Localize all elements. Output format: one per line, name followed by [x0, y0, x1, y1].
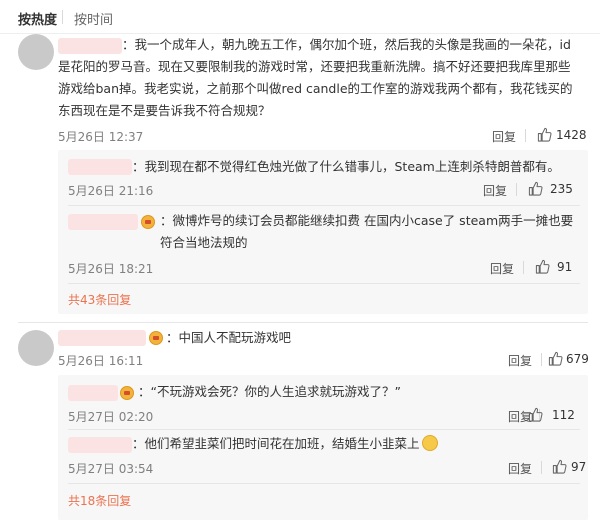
comment-time: 5月26日 12:37: [58, 130, 144, 144]
reply-text: ：我到现在都不觉得红色烛光做了什么错事儿，Steam上连刺杀特朗普都有。: [132, 159, 560, 174]
vip-badge-icon: [141, 215, 155, 229]
action-divider: [541, 461, 542, 474]
reply-time: 5月26日 21:16: [68, 184, 154, 198]
reply-button[interactable]: 回复: [508, 460, 532, 477]
reply-text: ：“不玩游戏会死？你的人生追求就玩游戏了？”: [138, 384, 401, 399]
avatar[interactable]: [18, 34, 54, 70]
vip-badge-icon: [149, 331, 163, 345]
comment-text: ：我一个成年人，朝九晚五工作，偶尔加个班，然后我的头像是我画的一朵花，id是花阳…: [58, 37, 573, 118]
action-divider: [516, 183, 517, 196]
username[interactable]: [58, 330, 146, 346]
comment-time: 5月26日 16:11: [58, 354, 144, 368]
thumbs-up-icon[interactable]: [528, 181, 543, 196]
action-divider: [523, 261, 524, 274]
reply-button[interactable]: 回复: [490, 260, 514, 277]
like-count: 112: [552, 408, 575, 422]
username[interactable]: [68, 159, 132, 175]
replies-box: ：“不玩游戏会死？你的人生追求就玩游戏了？” 5月27日 02:20 回复 11…: [58, 375, 588, 520]
reply-button[interactable]: 回复: [508, 352, 532, 369]
like-count: 97: [571, 460, 587, 474]
action-divider: [541, 353, 542, 366]
reply-divider: [68, 483, 580, 484]
like-count: 235: [550, 182, 573, 196]
reply-divider: [68, 429, 580, 430]
grinning-emoji-icon: [421, 435, 438, 451]
username[interactable]: [68, 214, 138, 230]
comment-text: ：中国人不配玩游戏吧: [166, 330, 292, 345]
reply-text: ：他们希望韭菜们把时间花在加班，结婚生小韭菜上: [132, 433, 572, 455]
more-replies-link[interactable]: 共18条回复: [68, 492, 131, 509]
username[interactable]: [68, 437, 132, 453]
reply-button[interactable]: 回复: [483, 182, 507, 199]
sort-by-time-tab[interactable]: 按时间: [74, 9, 113, 28]
like-count: 1428: [556, 128, 587, 142]
avatar[interactable]: [18, 330, 54, 366]
thumbs-up-icon[interactable]: [548, 351, 563, 366]
reply-time: 5月26日 18:21: [68, 262, 154, 276]
username[interactable]: [68, 385, 118, 401]
reply-divider: [68, 205, 580, 206]
reply-text-content: ：他们希望韭菜们把时间花在加班，结婚生小韭菜上: [132, 436, 420, 451]
reply-divider: [68, 283, 580, 284]
action-divider: [525, 129, 526, 142]
like-count: 91: [557, 260, 573, 274]
reply-button[interactable]: 回复: [492, 128, 516, 145]
more-replies-link[interactable]: 共43条回复: [68, 291, 131, 308]
reply-time: 5月27日 02:20: [68, 410, 154, 424]
comment-divider: [18, 322, 588, 323]
thumbs-up-icon[interactable]: [535, 259, 550, 274]
sort-divider: [62, 10, 63, 24]
reply-time: 5月27日 03:54: [68, 462, 154, 476]
thumbs-up-icon[interactable]: [552, 459, 567, 474]
reply-text: ：微博炸号的续订会员都能继续扣费 在国内小case了 steam两手一摊也要符合…: [160, 213, 574, 250]
like-count: 679: [566, 352, 589, 366]
vip-badge-icon: [120, 386, 134, 400]
sort-bar: 按热度 按时间: [0, 0, 600, 34]
thumbs-up-icon[interactable]: [528, 407, 543, 422]
thumbs-up-icon[interactable]: [537, 127, 552, 142]
replies-box: ：我到现在都不觉得红色烛光做了什么错事儿，Steam上连刺杀特朗普都有。 5月2…: [58, 150, 588, 314]
sort-by-hot-tab[interactable]: 按热度: [18, 9, 57, 28]
